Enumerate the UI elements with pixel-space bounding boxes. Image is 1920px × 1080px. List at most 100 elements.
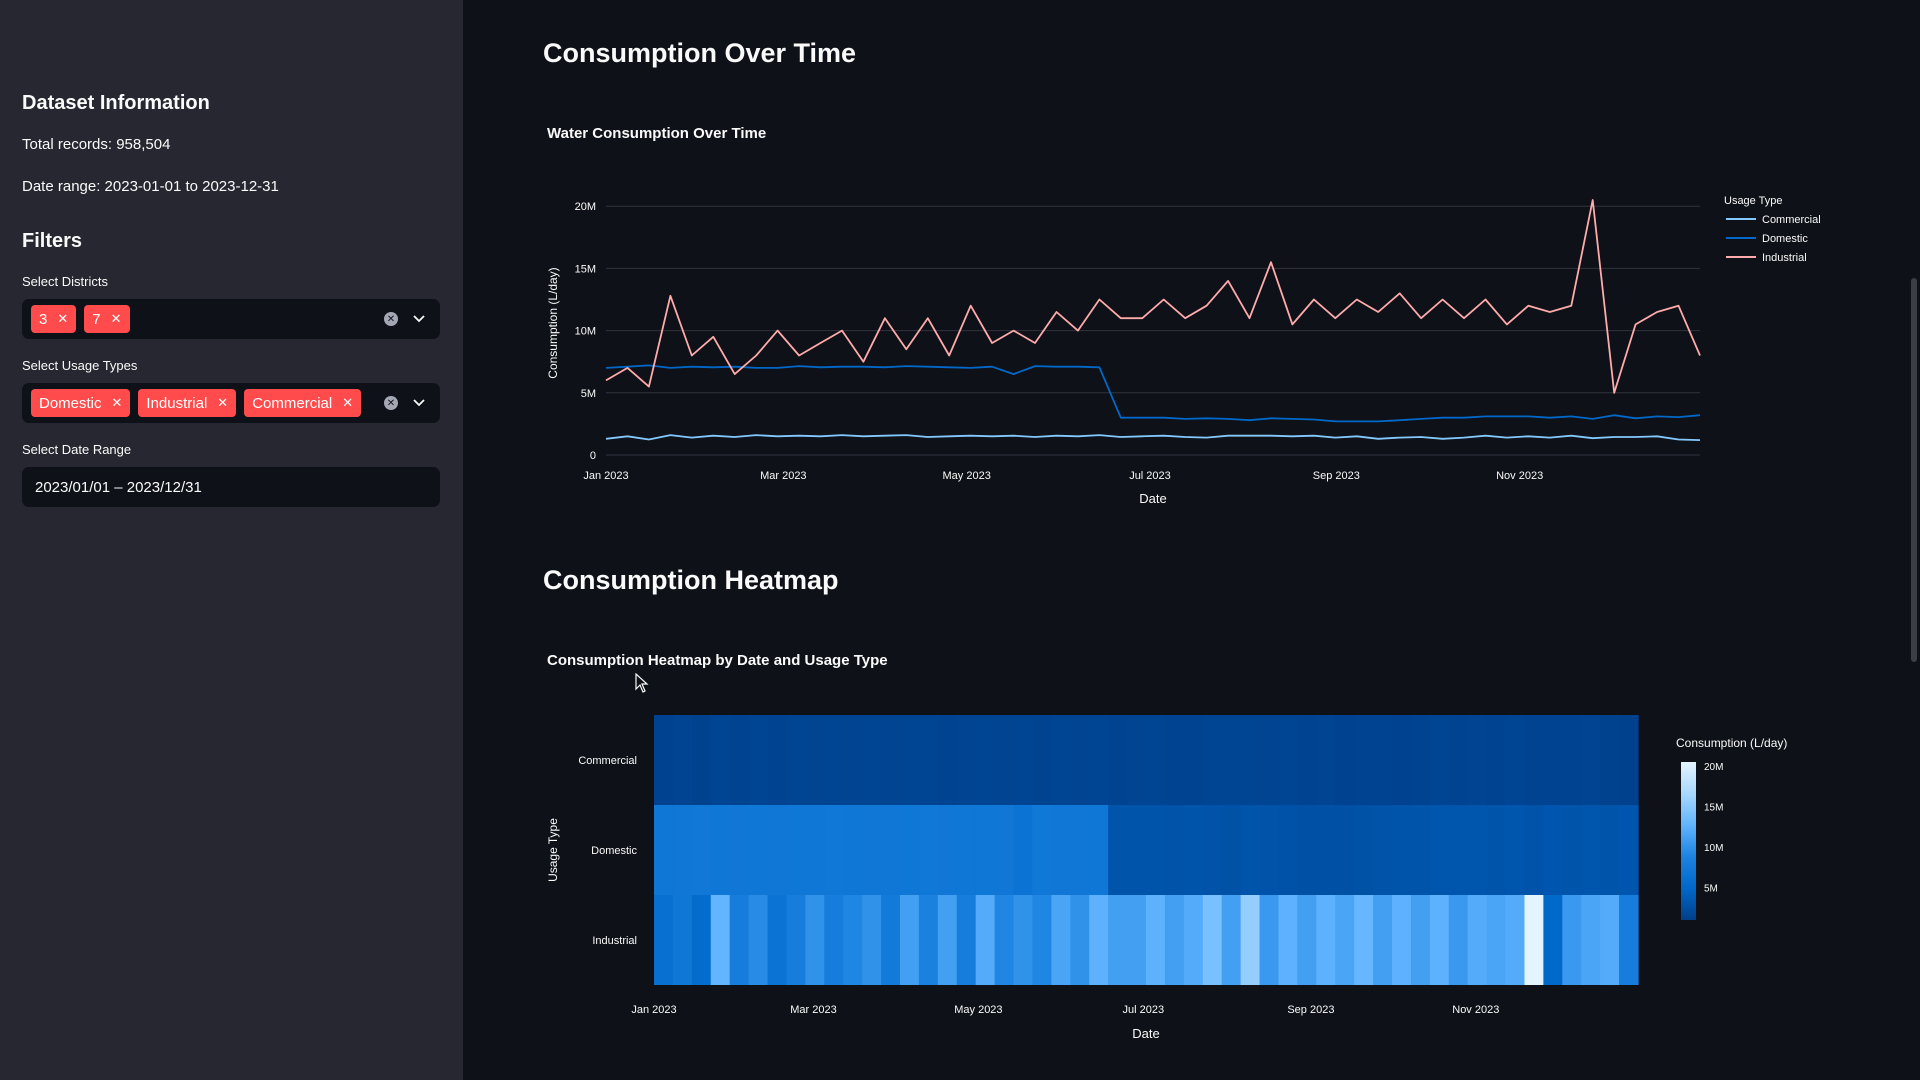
heatmap-cell <box>654 715 674 805</box>
colorbar-tick-label: 10M <box>1704 843 1723 854</box>
heatmap-cell <box>672 805 693 895</box>
heatmap-cell <box>1070 805 1090 895</box>
heatmap-cell <box>1146 895 1166 985</box>
heatmap-x-tick-label: Jul 2023 <box>1122 1004 1164 1016</box>
heatmap-cell <box>1089 805 1109 895</box>
series-line-domestic <box>605 364 1701 423</box>
series-line-industrial <box>605 199 1701 394</box>
heatmap-cell <box>956 805 977 895</box>
heatmap-cell <box>729 715 750 805</box>
heatmap-cell <box>1562 715 1582 805</box>
heatmap-cell <box>805 715 825 805</box>
heatmap-cell <box>1486 715 1507 805</box>
heatmap-cell <box>1259 895 1280 985</box>
heatmap-cell <box>767 805 788 895</box>
heatmap-cell <box>1448 715 1469 805</box>
heatmap-cell <box>1183 895 1204 985</box>
heatmap-cell <box>1108 715 1128 805</box>
colorbar-tick-label: 5M <box>1704 884 1718 895</box>
heatmap-cell <box>1467 895 1488 985</box>
heatmap-cell <box>994 715 1015 805</box>
heatmap-cell <box>843 895 863 985</box>
heatmap-cell <box>1316 895 1336 985</box>
heatmap-x-tick-label: Nov 2023 <box>1452 1004 1499 1016</box>
heatmap-x-axis-label: Date <box>1132 1026 1159 1041</box>
heatmap-row-label: Industrial <box>592 935 637 947</box>
heatmap-cell <box>1221 895 1242 985</box>
heatmap-cell <box>918 895 939 985</box>
y-tick-label: 20M <box>575 201 596 213</box>
heatmap-cell <box>1581 805 1601 895</box>
y-tick-label: 0 <box>590 450 596 462</box>
line-chart[interactable]: Water Consumption Over Time 0 5M 10M 15M 20M J… <box>0 0 1920 1080</box>
scrollbar[interactable] <box>1911 278 1917 662</box>
heatmap-cell <box>881 895 901 985</box>
heatmap-cell <box>1051 715 1071 805</box>
heatmap-cell <box>1524 805 1544 895</box>
colorbar-tick-label: 15M <box>1704 803 1723 814</box>
heatmap-cell <box>1467 715 1488 805</box>
heatmap-cell <box>824 805 844 895</box>
heatmap-cell <box>767 715 788 805</box>
heatmap-x-tick-label: Mar 2023 <box>790 1004 836 1016</box>
heatmap-cell <box>900 805 920 895</box>
chart-title: Water Consumption Over Time <box>547 125 766 142</box>
heatmap-cell <box>1032 715 1052 805</box>
heatmap-cell <box>1032 895 1052 985</box>
heatmap-cell <box>1297 715 1317 805</box>
series-line-commercial <box>605 434 1701 441</box>
heatmap-cell <box>786 895 806 985</box>
heatmap-cell <box>1354 895 1374 985</box>
colorbar-title: Consumption (L/day) <box>1676 736 1787 750</box>
heatmap-cell <box>1240 895 1261 985</box>
heatmap-cell <box>786 715 806 805</box>
heatmap-cell <box>918 805 939 895</box>
heatmap-cell <box>994 895 1015 985</box>
heatmap-cell <box>1316 715 1336 805</box>
heatmap-cell <box>672 715 693 805</box>
heatmap-cell <box>1070 895 1090 985</box>
heatmap-cell <box>1373 805 1393 895</box>
heatmap-cell <box>937 715 958 805</box>
heatmap-cell <box>1335 715 1355 805</box>
heatmap-cell <box>1089 715 1109 805</box>
heatmap-cell <box>1505 715 1526 805</box>
heatmap-cell <box>881 715 901 805</box>
heatmap-cell <box>786 805 806 895</box>
heatmap-cell <box>1335 895 1355 985</box>
heatmap-cell <box>1278 715 1298 805</box>
heatmap-x-tick-label: Sep 2023 <box>1287 1004 1334 1016</box>
heatmap-cell <box>710 895 731 985</box>
heatmap-cell <box>1127 805 1147 895</box>
heatmap-cell <box>1410 895 1431 985</box>
heatmap-cell <box>710 715 731 805</box>
heatmap-cell <box>862 805 882 895</box>
heatmap-cell <box>862 895 882 985</box>
heatmap-cell <box>1202 715 1223 805</box>
heatmap-cell <box>1581 715 1601 805</box>
heatmap-cell <box>1278 805 1298 895</box>
heatmap-cell <box>1600 715 1620 805</box>
heatmap-cell <box>824 715 844 805</box>
heatmap-cell <box>937 895 958 985</box>
colorbar-tick-label: 20M <box>1704 762 1723 773</box>
heatmap-cell <box>1089 895 1109 985</box>
heatmap-cell <box>1505 895 1526 985</box>
heatmap-cell <box>1373 715 1393 805</box>
heatmap-cell <box>1221 805 1242 895</box>
heatmap-cell <box>1392 895 1412 985</box>
heatmap-cell <box>1448 805 1469 895</box>
y-axis-label: Consumption (L/day) <box>546 267 560 378</box>
heatmap-cell <box>1448 895 1469 985</box>
heatmap-cell <box>805 805 825 895</box>
heatmap-cell <box>1543 805 1563 895</box>
heatmap-cell <box>975 805 996 895</box>
heatmap-cell <box>1467 805 1488 895</box>
heatmap-cell <box>1524 715 1544 805</box>
heatmap-cell <box>767 895 788 985</box>
heatmap-cell <box>1524 895 1544 985</box>
heatmap-cell <box>1297 805 1317 895</box>
heatmap-cell <box>729 805 750 895</box>
heatmap-cell <box>748 805 769 895</box>
heatmap-cell <box>956 895 977 985</box>
